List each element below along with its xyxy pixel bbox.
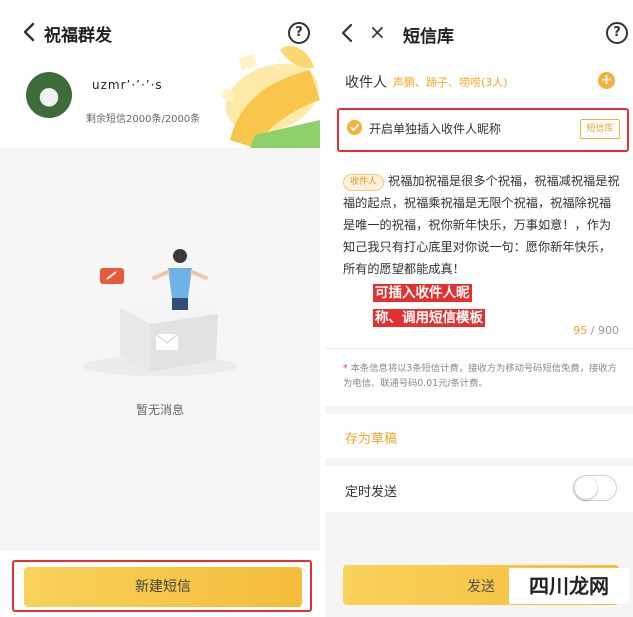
back-arrow-icon[interactable]	[339, 22, 355, 44]
avatar[interactable]	[26, 72, 72, 118]
message-body: 祝福加祝福是很多个祝福，祝福减祝福是祝福的起点，祝福乘祝福是无限个祝福，祝福除祝…	[343, 174, 620, 276]
empty-state: 暂无消息	[0, 148, 320, 548]
message-editor[interactable]: 收件人 祝福加祝福是很多个祝福，祝福减祝福是祝福的起点，祝福乘祝福是无限个祝福，祝…	[325, 158, 633, 348]
title-bar: × 短信库 ?	[325, 0, 633, 62]
check-icon[interactable]	[347, 120, 362, 135]
close-icon[interactable]: ×	[369, 20, 386, 44]
scheduled-send-row: 定时发送	[325, 466, 633, 512]
scheduled-send-label: 定时发送	[345, 485, 398, 500]
count-current: 95	[573, 324, 588, 337]
sms-library-button[interactable]: 短信库	[580, 119, 620, 139]
username: uzmr’·’·’·s	[92, 78, 163, 92]
annotation-line-2: 称、调用短信模板	[373, 309, 485, 327]
send-label: 发送	[467, 579, 495, 595]
watermark: 四川龙网	[509, 568, 629, 604]
billing-notice: * 本条信息将以3条短信计费，接收方为移动号码短信免费，接收方为电信、联通号码0…	[325, 348, 633, 406]
decoration-image	[220, 46, 320, 148]
add-recipient-icon[interactable]: +	[598, 72, 615, 89]
recipient-names[interactable]: 声鹏、蹄子、唠唠(3人)	[393, 74, 508, 90]
recipient-label: 收件人	[345, 75, 387, 91]
sms-quota: 剩余短信2000条/2000条	[86, 114, 201, 125]
recipient-tag[interactable]: 收件人	[343, 174, 385, 191]
save-draft-row[interactable]: 存为草稿	[325, 414, 633, 458]
billing-notice-text: * 本条信息将以3条短信计费，接收方为移动号码短信免费，接收方为电信、联通号码0…	[343, 361, 621, 391]
nickname-row: 开启单独插入收件人昵称 短信库	[325, 102, 633, 158]
toggle-knob	[575, 477, 597, 499]
message-text[interactable]: 收件人 祝福加祝福是很多个祝福，祝福减祝福是祝福的起点，祝福乘祝福是无限个祝福，祝…	[343, 170, 623, 280]
insert-nickname-label: 开启单独插入收件人昵称	[369, 122, 502, 136]
empty-message: 暂无消息	[135, 403, 184, 417]
new-sms-button[interactable]: 新建短信	[24, 567, 302, 607]
page-title: 短信库	[403, 27, 454, 47]
empty-mailbox-icon	[82, 249, 238, 376]
help-icon[interactable]: ?	[606, 22, 628, 44]
character-counter: 95 / 900	[573, 324, 619, 337]
page-title: 祝福群发	[44, 26, 112, 46]
scheduled-send-toggle[interactable]	[573, 475, 617, 501]
annotation-label: 可插入收件人昵 称、调用短信模板	[373, 281, 485, 331]
notice-star: *	[343, 363, 348, 374]
count-max: 900	[598, 324, 619, 337]
count-separator: /	[587, 324, 598, 337]
right-screen: × 短信库 ? 收件人 声鹏、蹄子、唠唠(3人) + 开启单独插入收件人昵称 短…	[325, 0, 633, 617]
header-area: 祝福群发 ? uzmr’·’·’·s 剩余短信2000条/2000条	[0, 0, 320, 148]
notice-body: 本条信息将以3条短信计费，接收方为移动号码短信免费，接收方为电信、联通号码0.0…	[343, 363, 617, 389]
save-draft-button[interactable]: 存为草稿	[345, 428, 397, 447]
back-arrow-icon[interactable]	[20, 20, 40, 44]
annotation-line-1: 可插入收件人昵	[373, 284, 472, 302]
left-screen: 祝福群发 ? uzmr’·’·’·s 剩余短信2000条/2000条 暂无消息 …	[0, 0, 320, 617]
recipient-row[interactable]: 收件人 声鹏、蹄子、唠唠(3人) +	[325, 62, 633, 102]
